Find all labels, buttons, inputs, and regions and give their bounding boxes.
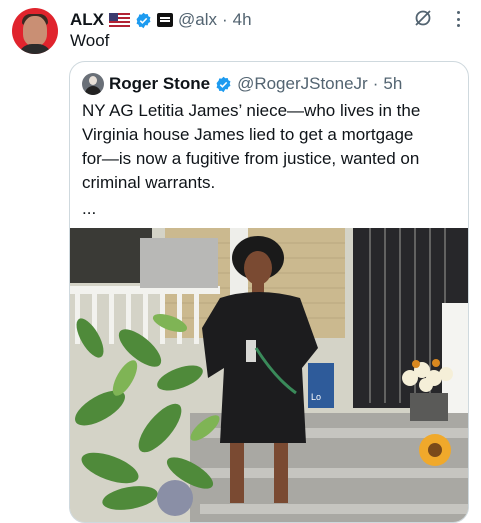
us-flag-icon bbox=[109, 13, 130, 27]
quote-author-name[interactable]: Roger Stone bbox=[109, 74, 210, 94]
verified-badge-icon[interactable] bbox=[135, 12, 152, 29]
tweet-text: Woof bbox=[70, 31, 110, 50]
affiliate-badge-icon[interactable] bbox=[157, 13, 173, 27]
timestamp[interactable]: 4h bbox=[233, 10, 252, 30]
quote-text-line: Virginia house James lied to get a mortg… bbox=[82, 125, 414, 144]
show-more-ellipsis[interactable]: ... bbox=[82, 199, 96, 219]
tweet-header: ALX @alx · 4h bbox=[70, 10, 252, 30]
quote-timestamp[interactable]: 5h bbox=[383, 74, 402, 94]
quote-author-handle[interactable]: @RogerJStoneJr bbox=[237, 74, 368, 94]
author-avatar[interactable] bbox=[12, 8, 58, 54]
more-options-icon[interactable] bbox=[456, 11, 460, 27]
author-name[interactable]: ALX bbox=[70, 10, 104, 30]
separator-dot: · bbox=[372, 74, 379, 93]
bucket-label: Lo bbox=[311, 392, 321, 402]
photo-illustration: Lo bbox=[70, 228, 468, 522]
quote-header: Roger Stone @RogerJStoneJr · 5h bbox=[82, 73, 402, 95]
verified-badge-icon[interactable] bbox=[215, 76, 232, 93]
quote-author-avatar[interactable] bbox=[82, 73, 104, 95]
quote-text: NY AG Letitia James’ niece—who lives in … bbox=[82, 99, 460, 195]
quoted-tweet[interactable]: Roger Stone @RogerJStoneJr · 5h NY AG Le… bbox=[69, 61, 469, 523]
grok-icon[interactable] bbox=[413, 8, 433, 28]
quote-text-line: criminal warrants. bbox=[82, 173, 216, 192]
quote-text-line: NY AG Letitia James’ niece—who lives in … bbox=[82, 101, 421, 120]
quote-text-line: for—is now a fugitive from justice, want… bbox=[82, 149, 420, 168]
separator-dot: · bbox=[222, 10, 228, 29]
quote-photo[interactable]: Lo bbox=[70, 228, 468, 522]
author-handle[interactable]: @alx bbox=[178, 10, 217, 30]
